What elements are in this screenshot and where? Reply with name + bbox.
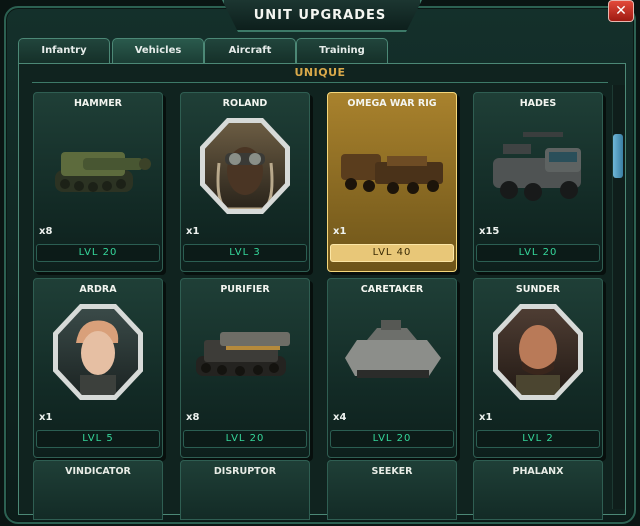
unit-name: DISRUPTOR	[213, 466, 277, 477]
unit-name: SEEKER	[371, 466, 413, 477]
unit-card-roland[interactable]: ROLAND x1 LVL 3	[180, 92, 310, 272]
unit-name: OMEGA WAR RIG	[347, 98, 437, 109]
section-divider	[32, 82, 608, 83]
unit-name: HAMMER	[73, 98, 122, 109]
armored-truck-icon	[493, 132, 581, 201]
tab-aircraft[interactable]: Aircraft	[204, 38, 296, 63]
tank-icon	[55, 152, 151, 192]
unit-name: VINDICATOR	[65, 466, 131, 477]
unit-card-vindicator[interactable]: VINDICATOR	[33, 460, 163, 520]
unit-card-omega-war-rig[interactable]: OMEGA WAR RIG x1 LVL 40	[327, 92, 457, 272]
unit-quantity: x1	[479, 412, 493, 423]
unit-name: HADES	[519, 98, 557, 109]
unit-level: LVL 20	[476, 244, 600, 262]
unit-name: ROLAND	[222, 98, 268, 109]
tank-icon	[196, 332, 290, 376]
tank-icon	[345, 320, 441, 378]
unit-quantity: x1	[39, 412, 53, 423]
unit-quantity: x1	[186, 226, 200, 237]
unit-name: PURIFIER	[220, 284, 270, 295]
unit-card-hades[interactable]: HADES x15 LVL 20	[473, 92, 603, 272]
unit-level: LVL 20	[36, 244, 160, 262]
unit-card-phalanx[interactable]: PHALANX	[473, 460, 603, 520]
unit-level: LVL 5	[36, 430, 160, 448]
unit-card-ardra[interactable]: ARDRA x1 LVL 5	[33, 278, 163, 458]
tab-infantry[interactable]: Infantry	[18, 38, 110, 63]
unit-card-seeker[interactable]: SEEKER	[327, 460, 457, 520]
unit-card-sunder[interactable]: SUNDER x1 LVL 2	[473, 278, 603, 458]
unit-card-purifier[interactable]: PURIFIER x8 LVL 20	[180, 278, 310, 458]
war-rig-icon	[341, 154, 443, 194]
unit-card-disruptor[interactable]: DISRUPTOR	[180, 460, 310, 520]
unit-quantity: x4	[333, 412, 347, 423]
tab-training[interactable]: Training	[296, 38, 388, 63]
unit-quantity: x1	[333, 226, 347, 237]
section-label: UNIQUE	[294, 66, 346, 79]
unit-name: ARDRA	[79, 284, 117, 295]
unit-card-caretaker[interactable]: CARETAKER x4 LVL 20	[327, 278, 457, 458]
unit-card-hammer[interactable]: HAMMER x8 LVL 20	[33, 92, 163, 272]
scrollbar-thumb[interactable]	[613, 134, 623, 178]
unit-quantity: x8	[186, 412, 200, 423]
unit-level: LVL 3	[183, 244, 307, 262]
unit-quantity: x15	[479, 226, 500, 237]
unit-name: PHALANX	[512, 466, 564, 477]
window-title: UNIT UPGRADES	[253, 8, 387, 23]
unit-level: LVL 40	[330, 244, 454, 262]
unit-level: LVL 2	[476, 430, 600, 448]
unit-quantity: x8	[39, 226, 53, 237]
unit-level: LVL 20	[330, 430, 454, 448]
tab-vehicles[interactable]: Vehicles	[112, 38, 204, 65]
unit-name: CARETAKER	[360, 284, 424, 295]
close-button[interactable]: ✕	[608, 0, 634, 22]
unit-level: LVL 20	[183, 430, 307, 448]
unit-name: SUNDER	[515, 284, 561, 295]
